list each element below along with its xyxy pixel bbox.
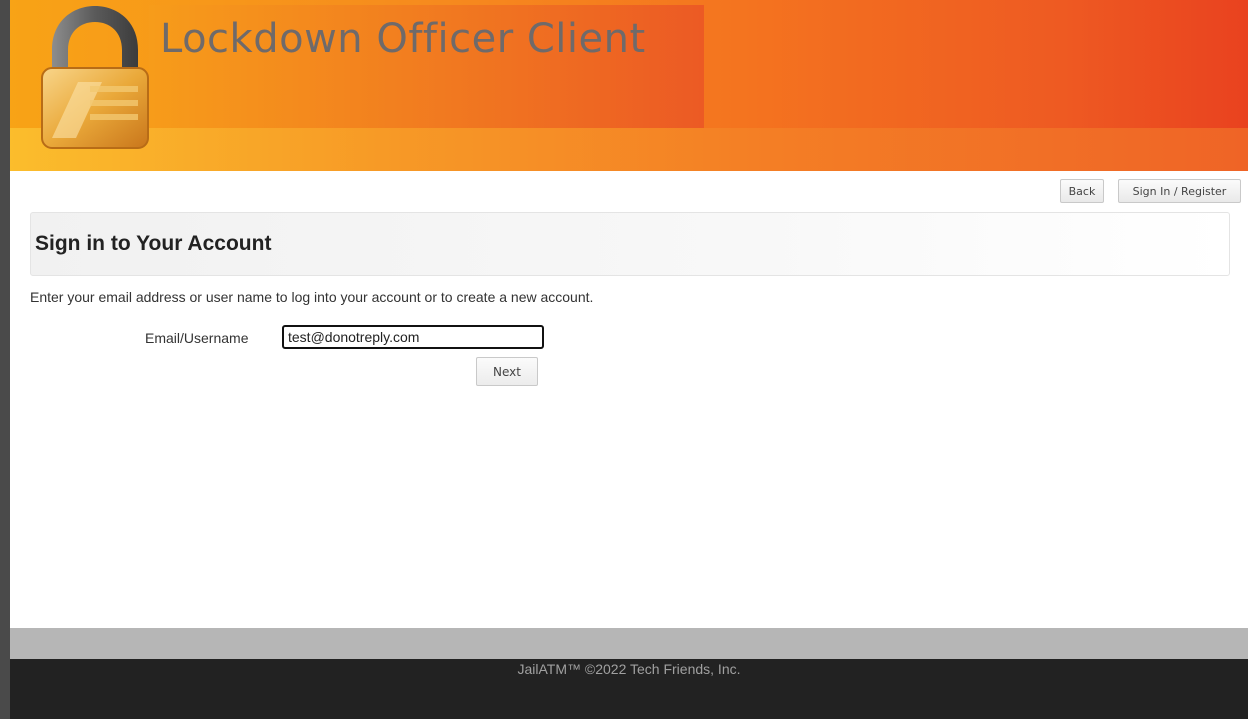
header-banner: Lockdown Officer Client	[10, 0, 1248, 171]
heading-panel: Sign in to Your Account	[30, 212, 1230, 276]
intro-text: Enter your email address or user name to…	[30, 289, 594, 305]
next-button[interactable]: Next	[476, 357, 538, 386]
footer-band	[10, 628, 1248, 659]
page-frame: Lockdown Officer Client Back Sign In / R…	[10, 0, 1248, 719]
banner-glow	[10, 128, 1248, 171]
padlock-icon	[41, 6, 149, 149]
email-username-input[interactable]	[282, 325, 544, 349]
page-title: Sign in to Your Account	[35, 232, 272, 255]
email-username-label: Email/Username	[145, 330, 249, 346]
app-title: Lockdown Officer Client	[160, 16, 646, 62]
sign-in-register-button[interactable]: Sign In / Register	[1118, 179, 1241, 203]
footer-copyright: JailATM™ ©2022 Tech Friends, Inc.	[517, 661, 741, 677]
back-button[interactable]: Back	[1060, 179, 1104, 203]
footer: JailATM™ ©2022 Tech Friends, Inc.	[10, 659, 1248, 719]
